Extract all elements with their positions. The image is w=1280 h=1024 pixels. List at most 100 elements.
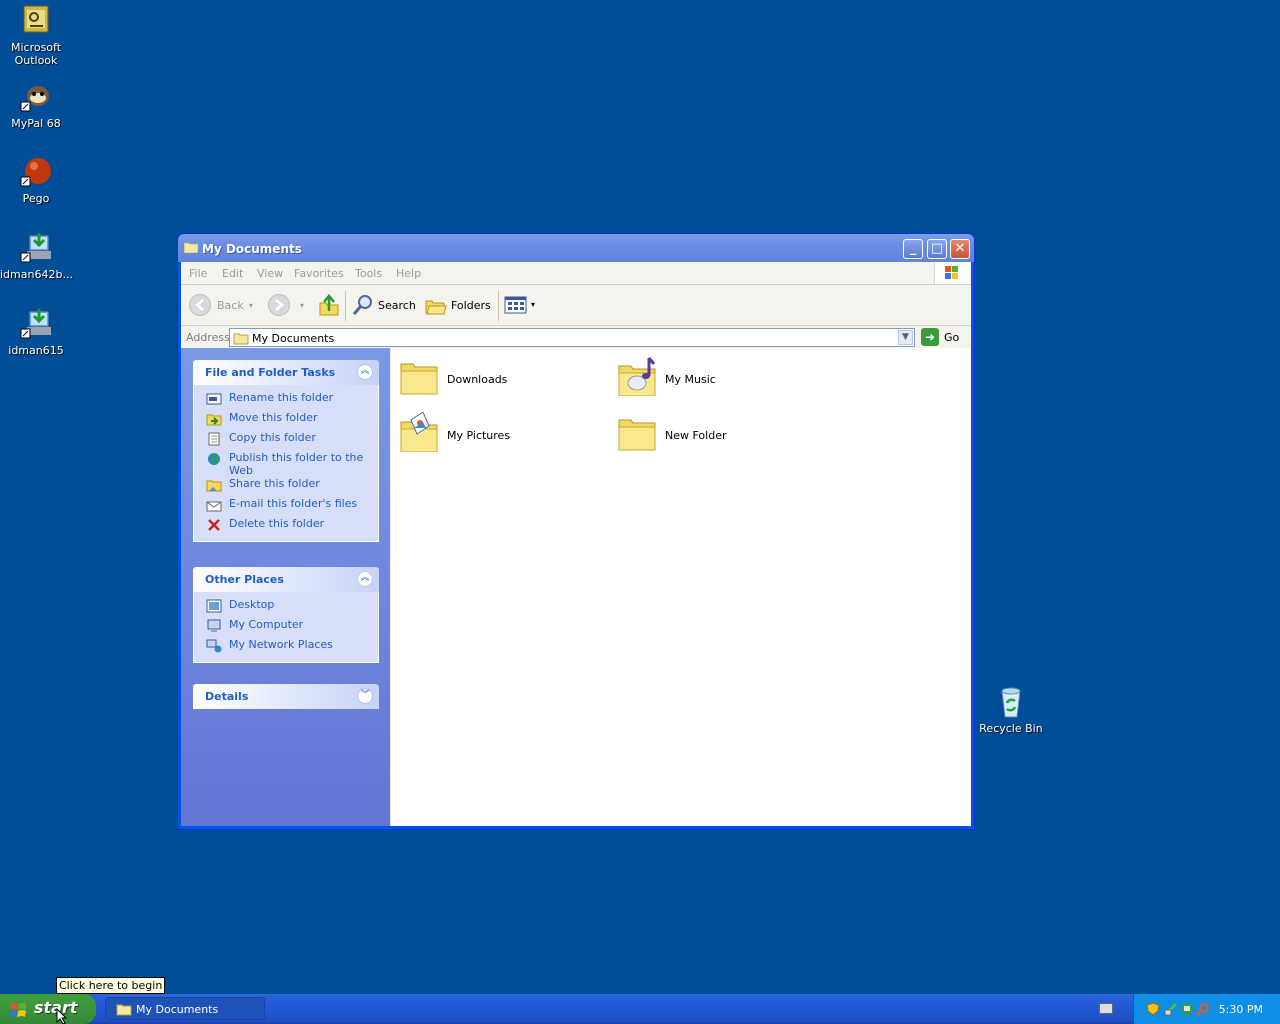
taskbar-button-my-documents[interactable]: My Documents: [105, 997, 265, 1020]
toolbar-separator: [498, 291, 499, 321]
menu-view[interactable]: View: [257, 267, 283, 280]
desktop-icon-mypal[interactable]: MyPal 68: [0, 80, 72, 130]
folder-icon: [116, 1004, 132, 1016]
menu-file[interactable]: File: [189, 267, 207, 280]
desktop-icon-label: MyPal 68: [11, 117, 61, 130]
connection-tray-icon[interactable]: [1180, 1002, 1194, 1016]
task-copy-folder[interactable]: Copy this folder: [194, 431, 378, 451]
network-tray-icon[interactable]: [1164, 1002, 1178, 1016]
go-arrow-icon: ➜: [921, 328, 939, 346]
task-label: Delete this folder: [229, 517, 325, 530]
views-dropdown-icon: ▾: [531, 300, 536, 309]
go-label: Go: [944, 331, 960, 344]
task-label: Publish this folder to the Web: [229, 451, 364, 477]
task-label: E-mail this folder's files: [229, 497, 358, 510]
installer-icon: [19, 307, 53, 341]
network-icon: [206, 639, 222, 653]
mypal-icon: [19, 80, 53, 114]
task-label: Copy this folder: [229, 431, 316, 444]
panel-header[interactable]: File and Folder Tasks ︽: [193, 360, 379, 385]
forward-button[interactable]: ▾: [268, 293, 308, 317]
address-dropdown-button[interactable]: ▼: [898, 330, 913, 345]
task-move-folder[interactable]: Move this folder: [194, 411, 378, 431]
close-button[interactable]: ✕: [950, 239, 970, 259]
folder-item-my-pictures[interactable]: My Pictures: [399, 412, 599, 460]
folder-item-new-folder[interactable]: New Folder: [617, 412, 817, 460]
task-email-files[interactable]: E-mail this folder's files: [194, 497, 378, 517]
desktop-icon-label: idman615: [8, 344, 64, 357]
desktop-icon-pego[interactable]: Pego: [0, 155, 72, 205]
back-arrow-icon: [189, 294, 211, 316]
back-label: Back: [217, 299, 244, 312]
folders-button[interactable]: Folders: [424, 293, 492, 317]
place-network[interactable]: My Network Places: [194, 638, 378, 658]
expand-icon[interactable]: ︾: [357, 688, 373, 704]
collapse-icon[interactable]: ︽: [357, 571, 373, 587]
folder-icon: [618, 419, 656, 451]
installer-icon: [19, 231, 53, 265]
up-folder-button[interactable]: [318, 293, 340, 317]
menu-favorites[interactable]: Favorites: [294, 267, 344, 280]
menu-tools[interactable]: Tools: [355, 267, 382, 280]
panel-header[interactable]: Other Places ︽: [193, 567, 379, 592]
task-label: Rename this folder: [229, 391, 334, 404]
maximize-icon: □: [930, 241, 944, 256]
menu-edit[interactable]: Edit: [222, 267, 243, 280]
taskbar: start My Documents 5:30 PM: [0, 994, 1280, 1024]
explorer-window: My Documents _ □ ✕ File Edit View Favori…: [177, 233, 975, 830]
folder-label: Downloads: [447, 373, 508, 386]
panel-body: Rename this folder Move this folder Copy…: [193, 385, 379, 542]
desktop-icon-label: Recycle Bin: [979, 722, 1043, 735]
place-my-computer[interactable]: My Computer: [194, 618, 378, 638]
folder-item-my-music[interactable]: My Music: [617, 356, 817, 404]
address-label: Address: [186, 331, 230, 344]
toolbar-separator: [345, 291, 346, 321]
maximize-button[interactable]: □: [927, 239, 947, 259]
place-desktop[interactable]: Desktop: [194, 598, 378, 618]
desktop-icon-label: Pego: [22, 192, 50, 205]
address-field[interactable]: My Documents ▼: [229, 328, 915, 347]
mouse-cursor-icon: [56, 1008, 68, 1024]
close-icon: ✕: [954, 241, 966, 256]
start-tooltip: Click here to begin: [56, 977, 166, 994]
windows-logo-icon: [934, 262, 969, 284]
desktop-icon: [206, 599, 222, 613]
title-bar[interactable]: My Documents _ □ ✕: [178, 234, 974, 262]
delete-icon: [208, 519, 220, 531]
search-button[interactable]: Search: [351, 293, 417, 317]
outlook-icon: [19, 4, 53, 38]
desktop-icon-recycle-bin[interactable]: Recycle Bin: [975, 685, 1047, 735]
task-pane: File and Folder Tasks ︽ Rename this fold…: [181, 348, 390, 826]
search-tray-icon[interactable]: [1196, 1002, 1210, 1016]
taskbar-button-label: My Documents: [136, 1003, 219, 1016]
keyboard-icon[interactable]: [1099, 1003, 1113, 1014]
pego-icon: [19, 155, 53, 189]
window-body: File Edit View Favorites Tools Help Back…: [181, 262, 971, 826]
menu-help[interactable]: Help: [396, 267, 421, 280]
desktop-icon-outlook[interactable]: Microsoft Outlook: [0, 4, 72, 67]
panel-body: Desktop My Computer My Network Places: [193, 592, 379, 663]
place-label: My Computer: [229, 618, 304, 631]
system-tray: 5:30 PM: [1133, 994, 1280, 1024]
task-rename-folder[interactable]: Rename this folder: [194, 391, 378, 411]
desktop-icon-idman642b[interactable]: idman642b...: [0, 231, 73, 281]
panel-header[interactable]: Details ︾: [193, 684, 379, 709]
panel-title: Other Places: [205, 573, 284, 586]
desktop-icon-idman615[interactable]: idman615: [0, 307, 72, 357]
task-delete-folder[interactable]: Delete this folder: [194, 517, 378, 537]
back-button[interactable]: Back ▾: [189, 293, 255, 317]
go-button[interactable]: ➜ Go: [919, 328, 969, 346]
views-icon: [504, 296, 527, 314]
folder-item-downloads[interactable]: Downloads: [399, 356, 599, 404]
task-share-folder[interactable]: Share this folder: [194, 477, 378, 497]
task-label: Move this folder: [229, 411, 318, 424]
minimize-button[interactable]: _: [903, 239, 923, 259]
folder-icon: [233, 333, 249, 345]
views-button[interactable]: ▾: [504, 293, 540, 317]
start-button[interactable]: start: [0, 994, 96, 1024]
collapse-icon[interactable]: ︽: [357, 364, 373, 380]
task-publish-folder[interactable]: Publish this folder to the Web: [194, 451, 378, 477]
move-icon: [206, 414, 222, 426]
recycle-bin-icon: [994, 685, 1028, 719]
security-shield-icon[interactable]: [1146, 1002, 1160, 1016]
